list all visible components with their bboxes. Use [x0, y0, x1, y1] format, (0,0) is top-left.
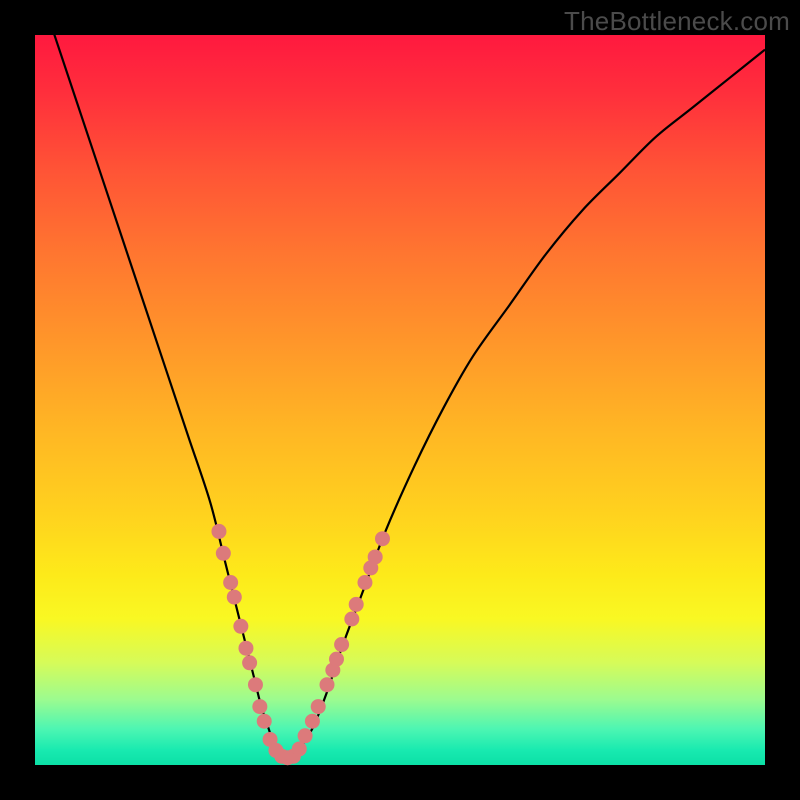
chart-svg	[35, 35, 765, 765]
curve-layer	[35, 0, 765, 759]
curve-marker	[357, 575, 372, 590]
curve-marker	[368, 549, 383, 564]
curve-marker	[305, 714, 320, 729]
curve-marker	[292, 741, 307, 756]
curve-marker	[344, 612, 359, 627]
curve-marker	[227, 590, 242, 605]
curve-marker	[211, 524, 226, 539]
curve-marker	[257, 714, 272, 729]
curve-marker	[242, 655, 257, 670]
curve-marker	[252, 699, 267, 714]
curve-marker	[349, 597, 364, 612]
curve-marker	[298, 728, 313, 743]
curve-marker	[248, 677, 263, 692]
plot-area	[35, 35, 765, 765]
watermark-text: TheBottleneck.com	[564, 6, 790, 37]
curve-marker	[238, 641, 253, 656]
markers-layer	[211, 524, 390, 765]
curve-marker	[375, 531, 390, 546]
chart-frame: TheBottleneck.com	[0, 0, 800, 800]
curve-marker	[329, 652, 344, 667]
curve-marker	[233, 619, 248, 634]
curve-marker	[216, 546, 231, 561]
bottleneck-curve	[35, 0, 765, 759]
curve-marker	[223, 575, 238, 590]
curve-marker	[311, 699, 326, 714]
curve-marker	[334, 637, 349, 652]
curve-marker	[320, 677, 335, 692]
